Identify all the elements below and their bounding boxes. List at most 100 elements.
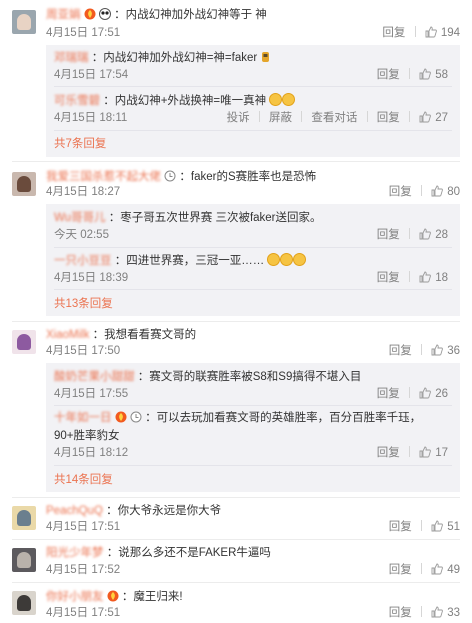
username-link[interactable]: 邓瑞瑞 — [54, 49, 89, 67]
comment-time: 4月15日 17:50 — [46, 345, 121, 357]
reply-button[interactable]: 回复 — [389, 564, 412, 576]
comment-text: 我想看看赛文哥的 — [104, 329, 197, 341]
divider — [409, 228, 410, 239]
more-replies-link[interactable]: 共7条回复 — [54, 136, 106, 152]
comment-item: 我爱三国杀惹不起大佬 ：faker的S赛胜率也是恐怖 4月15日 18:27 回… — [0, 162, 472, 322]
divider — [409, 387, 410, 398]
divider — [409, 68, 410, 79]
reply-button[interactable]: 回复 — [377, 69, 400, 81]
like-count: 36 — [447, 345, 460, 357]
clock-badge-icon — [130, 411, 142, 429]
comment-actions: 回复 33 — [389, 605, 460, 621]
avatar[interactable] — [12, 172, 36, 196]
divider — [421, 344, 422, 355]
like-button[interactable]: 194 — [425, 26, 460, 39]
more-replies-link[interactable]: 共13条回复 — [54, 296, 113, 312]
avatar[interactable] — [12, 10, 36, 34]
like-button[interactable]: 49 — [431, 563, 460, 576]
comment-item: 你好小朋友 ：魔王归来! 4月15日 17:51 回复 33 — [0, 583, 472, 623]
username-link[interactable]: 你好小朋友 — [46, 588, 104, 606]
like-button[interactable]: 27 — [419, 111, 448, 124]
avatar[interactable] — [12, 506, 36, 530]
like-count: 51 — [447, 521, 460, 533]
reply-time: 今天 02:55 — [54, 229, 109, 241]
gold-figure-icon — [260, 51, 271, 69]
comment-actions: 回复 80 — [389, 184, 460, 200]
reply-item: Wu哥哥儿 ：枣子哥五次世界赛 三次被faker送回家。 今天 02:55 回复… — [46, 204, 460, 244]
reply-button[interactable]: 回复 — [382, 27, 405, 39]
comment-item: 阳光少年梦 ：说那么多还不是FAKER牛逼吗 4月15日 17:52 回复 49 — [0, 540, 472, 582]
like-button[interactable]: 58 — [419, 68, 448, 81]
comment-time: 4月15日 18:27 — [46, 186, 121, 198]
thumbs-up-icon — [419, 111, 432, 128]
laughing-emoji-icon — [267, 253, 281, 266]
reply-button[interactable]: 回复 — [389, 607, 412, 619]
view-dialog-button[interactable]: 查看对话 — [311, 112, 357, 124]
divider — [421, 185, 422, 196]
reply-item: 邓瑞瑞 ：内战幻神加外战幻神=神=faker 4月15日 17:54 回复 58 — [46, 45, 460, 85]
reply-button[interactable]: 回复 — [377, 272, 400, 284]
username-link[interactable]: 十年如一日 — [54, 409, 112, 427]
like-count: 80 — [447, 186, 460, 198]
reply-text: 内战幻神加外战幻神=神=faker — [103, 52, 258, 64]
like-count: 33 — [447, 607, 460, 619]
username-link[interactable]: XiaoMilk — [46, 326, 89, 344]
username-link[interactable]: 阳光少年梦 — [46, 544, 104, 562]
reply-button[interactable]: 回复 — [389, 345, 412, 357]
divider — [409, 446, 410, 457]
block-button[interactable]: 屏蔽 — [269, 112, 292, 124]
reply-text-continued: 90+胜率豹女 — [54, 430, 120, 442]
like-button[interactable]: 36 — [431, 344, 460, 357]
reply-actions: 回复 18 — [377, 270, 448, 286]
comment-item: PeachQuQ ：你大爷永远是你大爷 4月15日 17:51 回复 51 — [0, 498, 472, 540]
reply-box: 邓瑞瑞 ：内战幻神加外战幻神=神=faker 4月15日 17:54 回复 58… — [46, 45, 460, 157]
username-link[interactable]: PeachQuQ — [46, 502, 103, 520]
reply-actions: 回复 58 — [377, 67, 448, 83]
report-button[interactable]: 投诉 — [227, 112, 250, 124]
avatar[interactable] — [12, 548, 36, 572]
comment-text: faker的S赛胜率也是恐怖 — [190, 171, 317, 183]
like-button[interactable]: 33 — [431, 606, 460, 619]
reply-separator: ： — [91, 52, 104, 64]
reply-item: 酸奶芒果小甜甜 ：赛文哥的联赛胜率被S8和S9搞得不堪入目 4月15日 17:5… — [46, 363, 460, 403]
thumbs-up-icon — [425, 26, 437, 43]
reply-button[interactable]: 回复 — [389, 186, 412, 198]
reply-button[interactable]: 回复 — [377, 447, 400, 459]
reply-separator: ： — [145, 412, 157, 424]
reply-button[interactable]: 回复 — [389, 521, 412, 533]
like-button[interactable]: 18 — [419, 271, 448, 284]
reply-button[interactable]: 回复 — [377, 112, 400, 124]
like-button[interactable]: 17 — [419, 446, 448, 459]
comment-time: 4月15日 17:52 — [46, 564, 121, 576]
reply-time: 4月15日 17:54 — [54, 69, 129, 81]
like-button[interactable]: 26 — [419, 387, 448, 400]
like-button[interactable]: 80 — [431, 185, 460, 198]
reply-item: 一只小豆豆 ：四进世界赛，三冠一亚…… 4月15日 18:39 回复 18 — [46, 249, 460, 289]
reply-actions: 回复 28 — [377, 227, 448, 243]
like-count: 27 — [435, 112, 448, 124]
like-button[interactable]: 28 — [419, 228, 448, 241]
avatar[interactable] — [12, 591, 36, 615]
reply-button[interactable]: 回复 — [377, 388, 400, 400]
divider — [409, 111, 410, 122]
reply-text: 可以去玩加看赛文哥的英雄胜率，百分百胜率千珏， — [156, 412, 422, 424]
comment-actions: 回复 49 — [389, 562, 460, 578]
comment-actions: 回复 194 — [382, 25, 460, 41]
username-link[interactable]: Wu哥哥儿 — [54, 209, 106, 227]
username-link[interactable]: 酸奶芒果小甜甜 — [54, 368, 135, 386]
like-button[interactable]: 51 — [431, 520, 460, 533]
reply-item: 可乐雪碧 ：内战幻神+外战换神=唯一真神 4月15日 18:11 投诉 屏蔽 查… — [46, 88, 460, 128]
avatar[interactable] — [12, 330, 36, 354]
laughing-emoji-icon — [280, 253, 294, 266]
username-link[interactable]: 周亚娟 — [46, 6, 81, 24]
reply-button[interactable]: 回复 — [377, 229, 400, 241]
username-link[interactable]: 可乐雪碧 — [54, 92, 100, 110]
thumbs-up-icon — [419, 271, 432, 288]
reply-separator: ： — [137, 371, 150, 383]
username-link[interactable]: 一只小豆豆 — [54, 252, 112, 270]
thumbs-up-icon — [419, 228, 432, 245]
divider — [258, 111, 260, 122]
comment-line: 周亚娟 ：内战幻神加外战幻神等于 神 — [46, 6, 267, 24]
reply-separator: ： — [114, 255, 127, 267]
more-replies-link[interactable]: 共14条回复 — [54, 472, 113, 488]
